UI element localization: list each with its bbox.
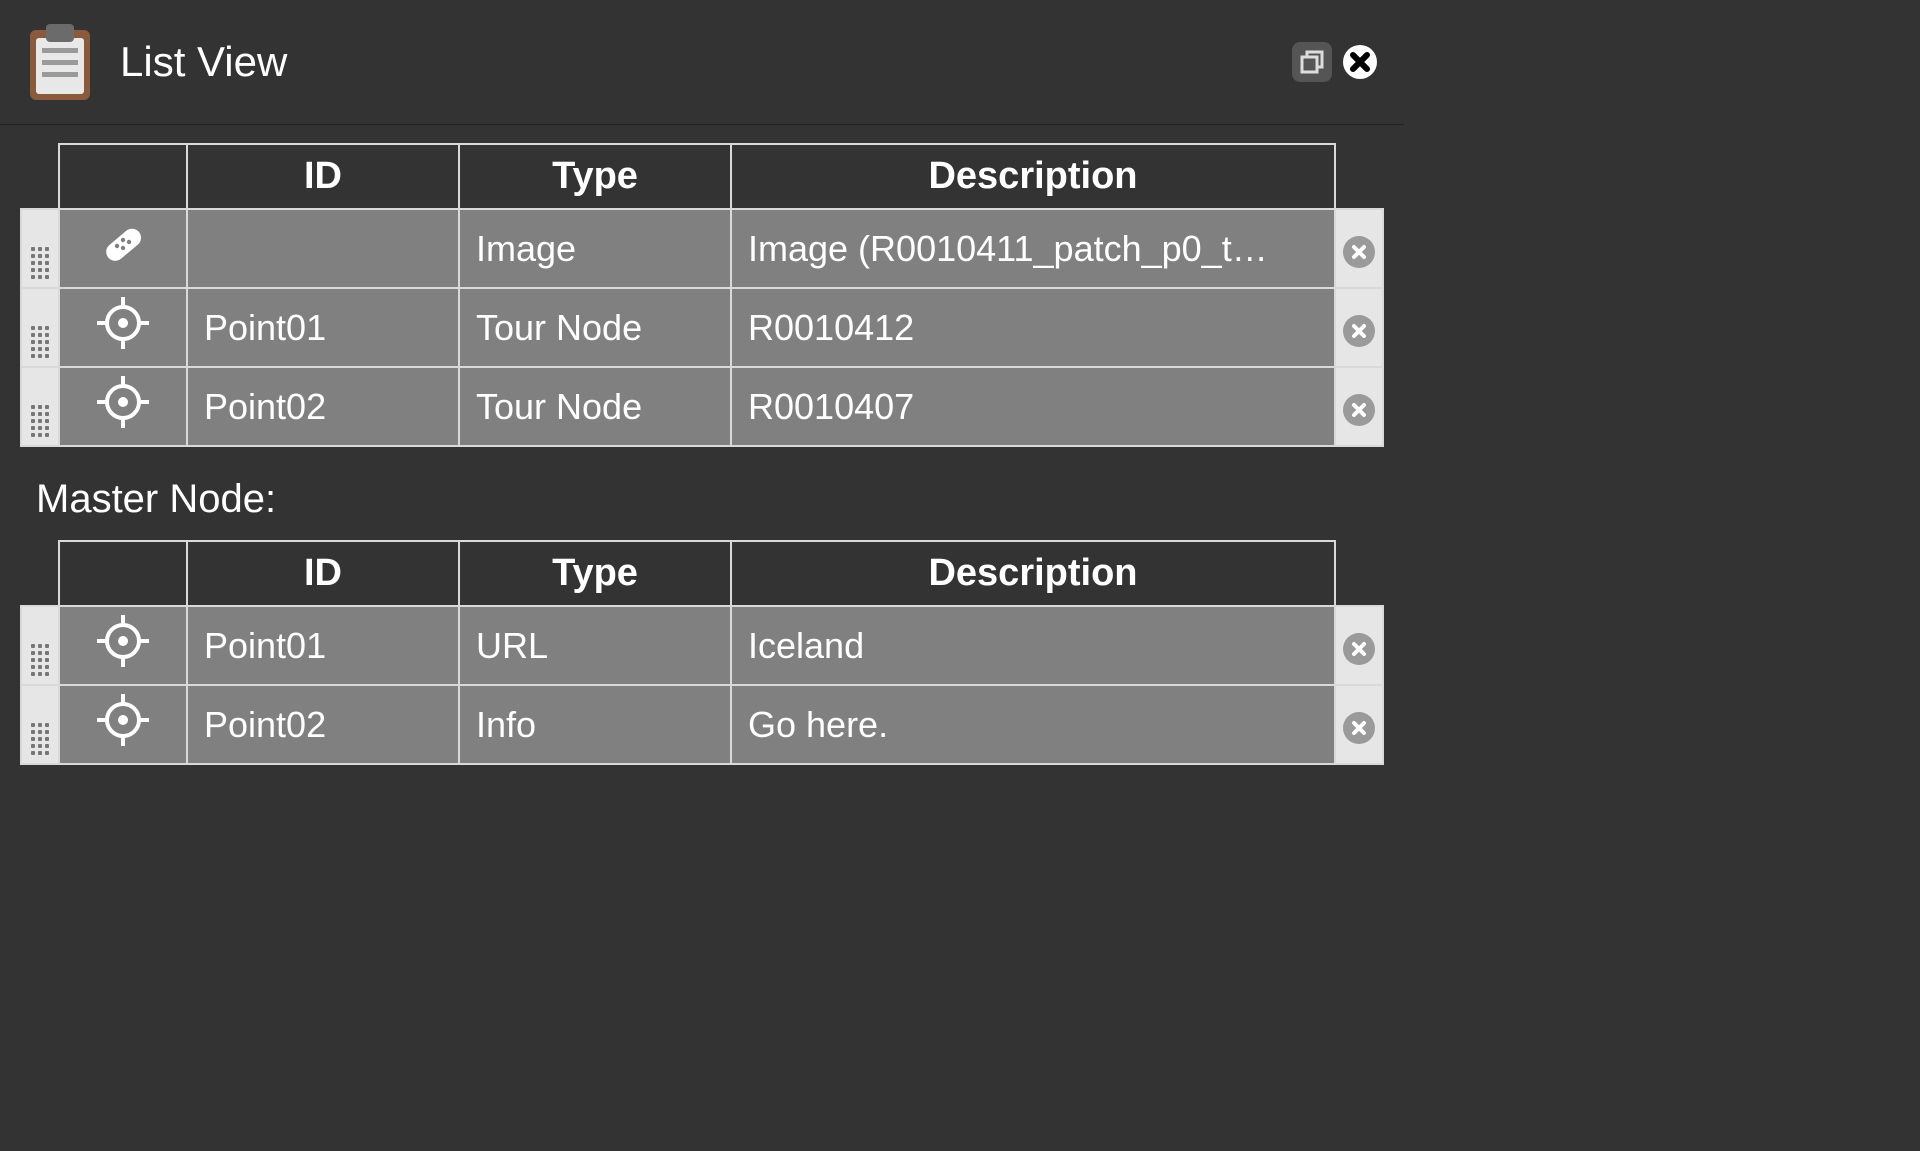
column-header-blank [1335, 541, 1383, 606]
master-node-label: Master Node: [36, 477, 1384, 522]
column-header-id[interactable]: ID [187, 144, 459, 209]
restore-icon [1299, 49, 1325, 75]
delete-row-button[interactable] [1335, 685, 1383, 764]
delete-icon [1343, 712, 1375, 744]
cell-id[interactable]: Point01 [187, 288, 459, 367]
cell-id[interactable]: Point01 [187, 606, 459, 685]
drag-handle[interactable] [21, 288, 59, 367]
cell-type[interactable]: URL [459, 606, 731, 685]
row-type-icon [59, 367, 187, 446]
column-header-blank [1335, 144, 1383, 209]
delete-icon [1343, 633, 1375, 665]
panel-title: List View [120, 38, 1268, 86]
delete-row-button[interactable] [1335, 367, 1383, 446]
cell-description[interactable]: R0010407 [731, 367, 1335, 446]
cell-description[interactable]: Image (R0010411_patch_p0_t… [731, 209, 1335, 288]
column-header-id[interactable]: ID [187, 541, 459, 606]
column-header-icon[interactable] [59, 541, 187, 606]
target-icon [95, 295, 151, 351]
titlebar: List View [0, 0, 1404, 124]
close-icon [1342, 44, 1378, 80]
cell-id[interactable] [187, 209, 459, 288]
row-type-icon [59, 606, 187, 685]
patch-icon [95, 216, 151, 272]
close-window-button[interactable] [1340, 42, 1380, 82]
restore-window-button[interactable] [1292, 42, 1332, 82]
column-header-description[interactable]: Description [731, 541, 1335, 606]
row-type-icon [59, 288, 187, 367]
target-icon [95, 613, 151, 669]
table-row[interactable]: ImageImage (R0010411_patch_p0_t… [21, 209, 1383, 288]
drag-handle[interactable] [21, 209, 59, 288]
table-row[interactable]: Point01Tour NodeR0010412 [21, 288, 1383, 367]
cell-description[interactable]: Go here. [731, 685, 1335, 764]
delete-icon [1343, 394, 1375, 426]
delete-row-button[interactable] [1335, 209, 1383, 288]
delete-row-button[interactable] [1335, 288, 1383, 367]
drag-handle[interactable] [21, 367, 59, 446]
column-header-blank [21, 541, 59, 606]
table-row[interactable]: Point02Tour NodeR0010407 [21, 367, 1383, 446]
column-header-description[interactable]: Description [731, 144, 1335, 209]
primary-table: ID Type Description ImageImage (R0010411… [20, 143, 1384, 447]
cell-type[interactable]: Tour Node [459, 367, 731, 446]
cell-type[interactable]: Tour Node [459, 288, 731, 367]
cell-description[interactable]: Iceland [731, 606, 1335, 685]
table-row[interactable]: Point02InfoGo here. [21, 685, 1383, 764]
delete-icon [1343, 236, 1375, 268]
row-type-icon [59, 685, 187, 764]
target-icon [95, 374, 151, 430]
drag-handle[interactable] [21, 685, 59, 764]
content-area: ID Type Description ImageImage (R0010411… [0, 124, 1404, 785]
row-type-icon [59, 209, 187, 288]
clipboard-icon [24, 20, 96, 104]
cell-type[interactable]: Image [459, 209, 731, 288]
master-node-table: ID Type Description Point01URLIceland Po… [20, 540, 1384, 765]
list-view-panel: List View [0, 0, 1404, 842]
column-header-icon[interactable] [59, 144, 187, 209]
table-row[interactable]: Point01URLIceland [21, 606, 1383, 685]
cell-type[interactable]: Info [459, 685, 731, 764]
cell-description[interactable]: R0010412 [731, 288, 1335, 367]
column-header-type[interactable]: Type [459, 144, 731, 209]
cell-id[interactable]: Point02 [187, 685, 459, 764]
drag-handle[interactable] [21, 606, 59, 685]
delete-row-button[interactable] [1335, 606, 1383, 685]
target-icon [95, 692, 151, 748]
column-header-blank [21, 144, 59, 209]
window-controls [1292, 42, 1380, 82]
delete-icon [1343, 315, 1375, 347]
cell-id[interactable]: Point02 [187, 367, 459, 446]
column-header-type[interactable]: Type [459, 541, 731, 606]
